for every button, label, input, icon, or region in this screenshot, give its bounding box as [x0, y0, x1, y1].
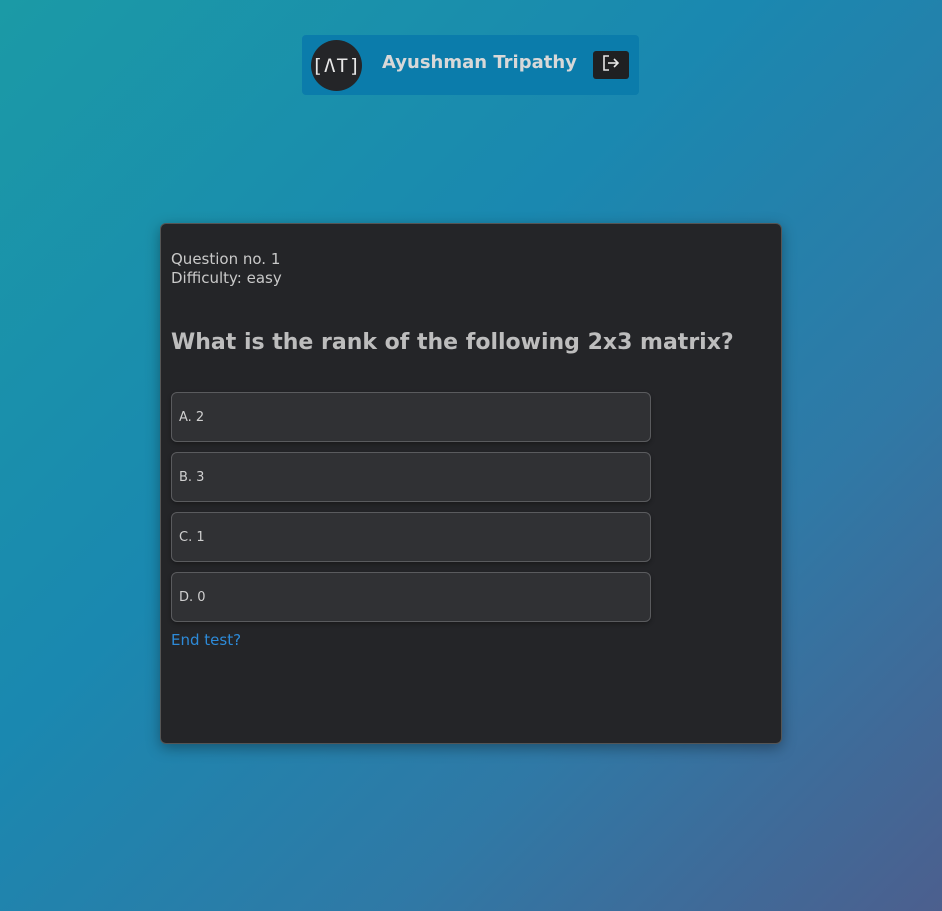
option-d[interactable]: D. 0 — [171, 572, 651, 622]
logout-icon — [601, 54, 621, 76]
option-b[interactable]: B. 3 — [171, 452, 651, 502]
option-label: D. 0 — [179, 589, 206, 605]
user-header: [ΛT] Ayushman Tripathy — [302, 35, 639, 95]
question-text: What is the rank of the following 2x3 ma… — [171, 330, 734, 355]
end-test-link[interactable]: End test? — [171, 631, 241, 649]
logout-button[interactable] — [593, 51, 629, 79]
avatar: [ΛT] — [311, 40, 362, 91]
question-number: Question no. 1 — [171, 250, 281, 268]
user-name: Ayushman Tripathy — [382, 52, 577, 73]
question-card: Question no. 1 Difficulty: easy What is … — [160, 223, 782, 744]
option-a[interactable]: A. 2 — [171, 392, 651, 442]
option-label: B. 3 — [179, 469, 205, 485]
option-label: C. 1 — [179, 529, 205, 545]
option-label: A. 2 — [179, 409, 205, 425]
difficulty-label: Difficulty: easy — [171, 269, 282, 287]
question-meta: Question no. 1 Difficulty: easy — [171, 250, 282, 288]
option-c[interactable]: C. 1 — [171, 512, 651, 562]
